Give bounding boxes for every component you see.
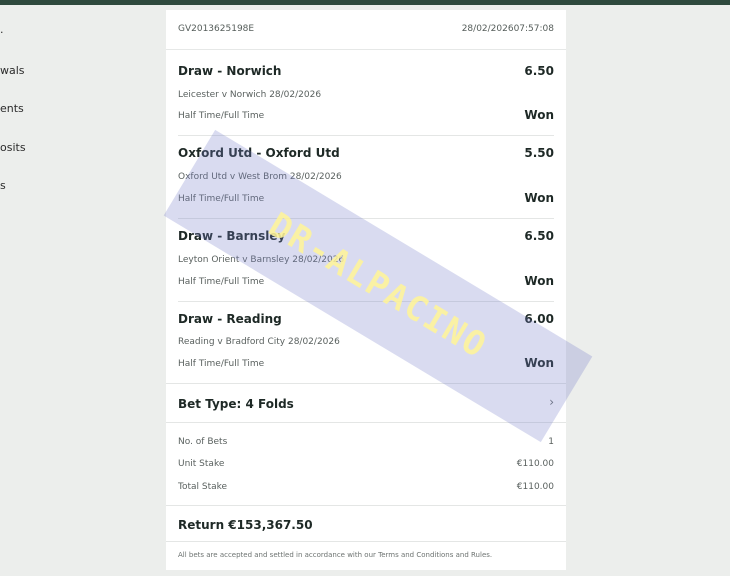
selection-odds: 5.50 xyxy=(524,146,554,160)
selection-market: Half Time/Full Time xyxy=(178,194,265,204)
sidebar-item-payments[interactable]: ents xyxy=(0,102,24,115)
divider xyxy=(178,135,554,136)
selection-title: Draw - Reading xyxy=(178,312,282,326)
unit-stake-label: Unit Stake xyxy=(178,459,225,469)
bet-type-row[interactable]: Bet Type: 4 Folds › xyxy=(166,384,566,422)
selection-title: Draw - Barnsley xyxy=(178,229,286,243)
selection-odds: 6.00 xyxy=(524,312,554,326)
sidebar-item-5[interactable]: s xyxy=(0,179,6,192)
no-of-bets-label: No. of Bets xyxy=(178,437,228,447)
sidebar-item-1[interactable]: . xyxy=(0,23,4,36)
divider xyxy=(166,505,566,506)
selection-result: Won xyxy=(524,191,554,205)
selection-market: Half Time/Full Time xyxy=(178,111,265,121)
bet-receipt: GV2013625198E 28/02/202607:57:08 Draw - … xyxy=(166,10,566,570)
receipt-header: GV2013625198E 28/02/202607:57:08 xyxy=(166,10,566,50)
sidebar: . wals ents osits s xyxy=(0,5,150,576)
terms-footer: All bets are accepted and settled in acc… xyxy=(178,551,493,559)
unit-stake-value: €110.00 xyxy=(516,459,554,469)
bet-type-label: Bet Type: 4 Folds xyxy=(178,397,294,411)
selection-odds: 6.50 xyxy=(524,64,554,78)
selection-match: Leicester v Norwich 28/02/2026 xyxy=(178,90,322,100)
chevron-right-icon[interactable]: › xyxy=(549,395,554,409)
return-amount: Return €153,367.50 xyxy=(178,518,313,532)
selection-match: Leyton Orient v Barnsley 28/02/2026 xyxy=(178,255,345,265)
selection-result: Won xyxy=(524,356,554,370)
selection-market: Half Time/Full Time xyxy=(178,359,265,369)
selection-match: Oxford Utd v West Brom 28/02/2026 xyxy=(178,172,342,182)
divider xyxy=(178,218,554,219)
selection-match: Reading v Bradford City 28/02/2026 xyxy=(178,337,340,347)
no-of-bets-value: 1 xyxy=(548,437,554,447)
total-stake-value: €110.00 xyxy=(516,482,554,492)
bet-datetime: 28/02/202607:57:08 xyxy=(461,24,554,34)
selection-market: Half Time/Full Time xyxy=(178,277,265,287)
bet-id: GV2013625198E xyxy=(178,24,255,34)
divider xyxy=(166,541,566,542)
selection-title: Draw - Norwich xyxy=(178,64,282,78)
total-stake-label: Total Stake xyxy=(178,482,228,492)
divider xyxy=(178,301,554,302)
selection-odds: 6.50 xyxy=(524,229,554,243)
selection-result: Won xyxy=(524,274,554,288)
selection-title: Oxford Utd - Oxford Utd xyxy=(178,146,340,160)
selection-result: Won xyxy=(524,108,554,122)
sidebar-item-deposits[interactable]: osits xyxy=(0,141,26,154)
sidebar-item-withdrawals[interactable]: wals xyxy=(0,64,25,77)
divider xyxy=(166,422,566,423)
